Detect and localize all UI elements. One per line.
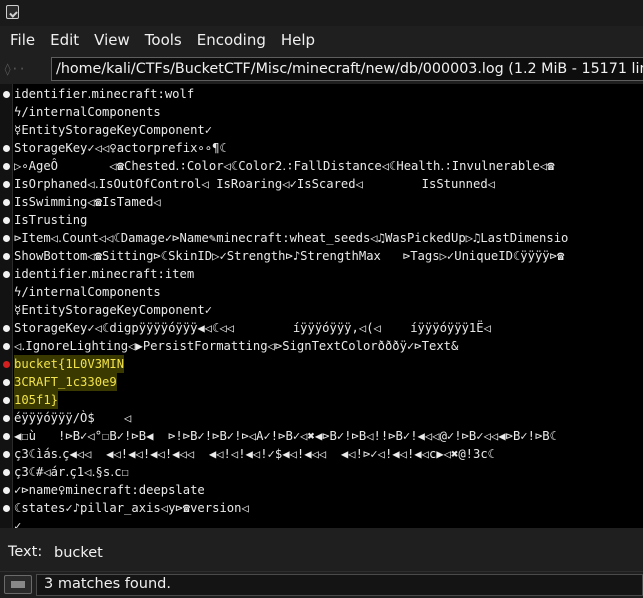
- menu-help[interactable]: Help: [276, 26, 320, 54]
- menu-encoding[interactable]: Encoding: [192, 26, 271, 54]
- line-text: ShowBottom◁☎Sitting⊳☾SkinID▷✓Strength⊳♪S…: [14, 249, 565, 263]
- editor-line[interactable]: ✓⊳name♀minecraft:deepslate: [0, 481, 643, 499]
- line-marker-icon: [3, 487, 10, 494]
- line-marker-icon: [3, 163, 10, 170]
- line-marker-icon: [3, 145, 10, 152]
- text-editor[interactable]: identifier․minecraft:wolf ϟ∕internalCompo…: [0, 84, 643, 528]
- menu-edit[interactable]: Edit: [45, 26, 84, 54]
- highlighted-line-text: 3CRAFT_1c330e9: [14, 373, 117, 391]
- line-text: ç3☾#◁ár․ç1◁․§s․c☐: [14, 465, 129, 479]
- status-text: 3 matches found.: [44, 576, 171, 592]
- editor-line[interactable]: ϟ∕internalComponents: [0, 283, 643, 301]
- editor-line[interactable]: ☿EntityStorageKeyComponent✓: [0, 301, 643, 319]
- line-text: ☿EntityStorageKeyComponent✓: [14, 303, 213, 317]
- line-marker-icon: [3, 235, 10, 242]
- file-path-field[interactable]: /home/kali/CTFs/BucketCTF/Misc/minecraft…: [51, 57, 643, 81]
- editor-line[interactable]: ◀☐ù !⊳B✓◁°☐B✓!⊳B◀ ⊳!⊳B✓!⊳B✓!⊳◁A✓!⊳B✓◁✖◀⊳…: [0, 427, 643, 445]
- editor-line[interactable]: ShowBottom◁☎Sitting⊳☾SkinID▷✓Strength⊳♪S…: [0, 247, 643, 265]
- line-text: ☾states✓♪pillar_axis◁y⊳☎version◁: [14, 501, 249, 515]
- line-text: identifier․minecraft:item: [14, 267, 195, 281]
- line-text: ▷∘AgeÔ ◁☎Chested․∶Color◁☾Color2․∶FallDis…: [14, 159, 555, 173]
- line-marker-icon: [3, 343, 10, 350]
- title-bar: [0, 0, 643, 26]
- line-marker-icon: [3, 505, 10, 512]
- editor-line[interactable]: ⊳Item◁․Count◁◁☾Damage✓⊳Name✎minecraft:wh…: [0, 229, 643, 247]
- line-marker-icon: [3, 217, 10, 224]
- line-text: ✓⊳name♀minecraft:deepslate: [14, 483, 205, 497]
- line-text: ✓: [14, 519, 22, 528]
- line-marker-icon: [3, 397, 10, 404]
- editor-line[interactable]: ☾states✓♪pillar_axis◁y⊳☎version◁: [0, 499, 643, 517]
- path-bar-handle[interactable]: ◊··: [4, 60, 46, 79]
- editor-line[interactable]: ✓: [0, 517, 643, 528]
- status-bar: 3 matches found.: [0, 572, 643, 598]
- line-text: ◀☐ù !⊳B✓◁°☐B✓!⊳B◀ ⊳!⊳B✓!⊳B✓!⊳◁A✓!⊳B✓◁✖◀⊳…: [14, 429, 557, 443]
- editor-line[interactable]: 105f1}: [0, 391, 643, 409]
- highlighted-line-text: bucket{1L0V3MIN: [14, 355, 125, 373]
- line-marker-icon: [3, 433, 10, 440]
- menu-bar: File Edit View Tools Encoding Help: [0, 26, 643, 54]
- editor-line[interactable]: identifier․minecraft:wolf: [0, 85, 643, 103]
- line-text: ç3☾ìás․ç◀◁◁ ◀◁!◀◁!◀◁!◀◁◁ ◀◁!◁!◀◁!✓$◀◁!◀◁…: [14, 447, 496, 461]
- app-icon: [6, 5, 19, 19]
- editor-line[interactable]: IsSwimming◁☎IsTamed◁: [0, 193, 643, 211]
- line-text: identifier․minecraft:wolf: [14, 87, 195, 101]
- menu-tools[interactable]: Tools: [140, 26, 187, 54]
- line-marker-icon: [3, 469, 10, 476]
- find-bar: Text:: [0, 540, 643, 566]
- editor-line[interactable]: bucket{1L0V3MIN: [0, 355, 643, 373]
- editor-line[interactable]: ç3☾ìás․ç◀◁◁ ◀◁!◀◁!◀◁!◀◁◁ ◀◁!◁!◀◁!✓$◀◁!◀◁…: [0, 445, 643, 463]
- editor-line[interactable]: StorageKey✓◁☾digpÿÿÿÿóÿÿÿ◀◁☾◁◁ íÿÿÿóÿÿÿ,…: [0, 319, 643, 337]
- match-marker-icon: [3, 361, 10, 368]
- line-marker-icon: [3, 415, 10, 422]
- line-marker-icon: [3, 181, 10, 188]
- find-input[interactable]: [46, 540, 643, 566]
- line-text: ϟ∕internalComponents: [14, 105, 161, 119]
- line-marker-icon: [3, 451, 10, 458]
- path-bar: ◊·· /home/kali/CTFs/BucketCTF/Misc/minec…: [0, 56, 643, 83]
- line-text: ⊳Item◁․Count◁◁☾Damage✓⊳Name✎minecraft:wh…: [14, 231, 569, 245]
- line-marker-icon: [3, 253, 10, 260]
- menu-file[interactable]: File: [5, 26, 40, 54]
- editor-line[interactable]: ◁․IgnoreLighting◁▶PersistFormatting◁⊳Sig…: [0, 337, 643, 355]
- line-text: ◁․IgnoreLighting◁▶PersistFormatting◁⊳Sig…: [14, 339, 459, 353]
- editor-line[interactable]: IsOrphaned◁․IsOutOfControl◁ IsRoaring◁✓I…: [0, 175, 643, 193]
- line-marker-icon: [3, 199, 10, 206]
- status-toggle-button[interactable]: [4, 575, 32, 594]
- line-marker-icon: [3, 271, 10, 278]
- editor-line[interactable]: identifier․minecraft:item: [0, 265, 643, 283]
- editor-line[interactable]: IsTrusting: [0, 211, 643, 229]
- editor-line[interactable]: ç3☾#◁ár․ç1◁․§s․c☐: [0, 463, 643, 481]
- bottom-panel: Text: 3 matches found.: [0, 528, 643, 598]
- line-text: StorageKey✓◁☾digpÿÿÿÿóÿÿÿ◀◁☾◁◁ íÿÿÿóÿÿÿ,…: [14, 321, 491, 335]
- line-marker-icon: [3, 325, 10, 332]
- editor-line[interactable]: ☿EntityStorageKeyComponent✓: [0, 121, 643, 139]
- editor-line[interactable]: StorageKey✓◁◁♀actorprefix∘∘¶☾: [0, 139, 643, 157]
- menu-view[interactable]: View: [89, 26, 135, 54]
- line-text: StorageKey✓◁◁♀actorprefix∘∘¶☾: [14, 141, 227, 155]
- editor-line[interactable]: éÿÿÿóÿÿÿ/Ò$ ◁: [0, 409, 643, 427]
- editor-line[interactable]: ▷∘AgeÔ ◁☎Chested․∶Color◁☾Color2․∶FallDis…: [0, 157, 643, 175]
- line-text: éÿÿÿóÿÿÿ/Ò$ ◁: [14, 411, 132, 425]
- editor-line[interactable]: 3CRAFT_1c330e9: [0, 373, 643, 391]
- line-text: IsSwimming◁☎IsTamed◁: [14, 195, 161, 209]
- line-text: IsTrusting: [14, 213, 88, 227]
- line-marker-icon: [3, 379, 10, 386]
- editor-line[interactable]: ϟ∕internalComponents: [0, 103, 643, 121]
- line-text: ☿EntityStorageKeyComponent✓: [14, 123, 213, 137]
- find-label: Text:: [8, 544, 43, 560]
- line-text: IsOrphaned◁․IsOutOfControl◁ IsRoaring◁✓I…: [14, 177, 496, 191]
- line-text: ϟ∕internalComponents: [14, 285, 161, 299]
- line-marker-icon: [3, 91, 10, 98]
- highlighted-line-text: 105f1}: [14, 391, 59, 409]
